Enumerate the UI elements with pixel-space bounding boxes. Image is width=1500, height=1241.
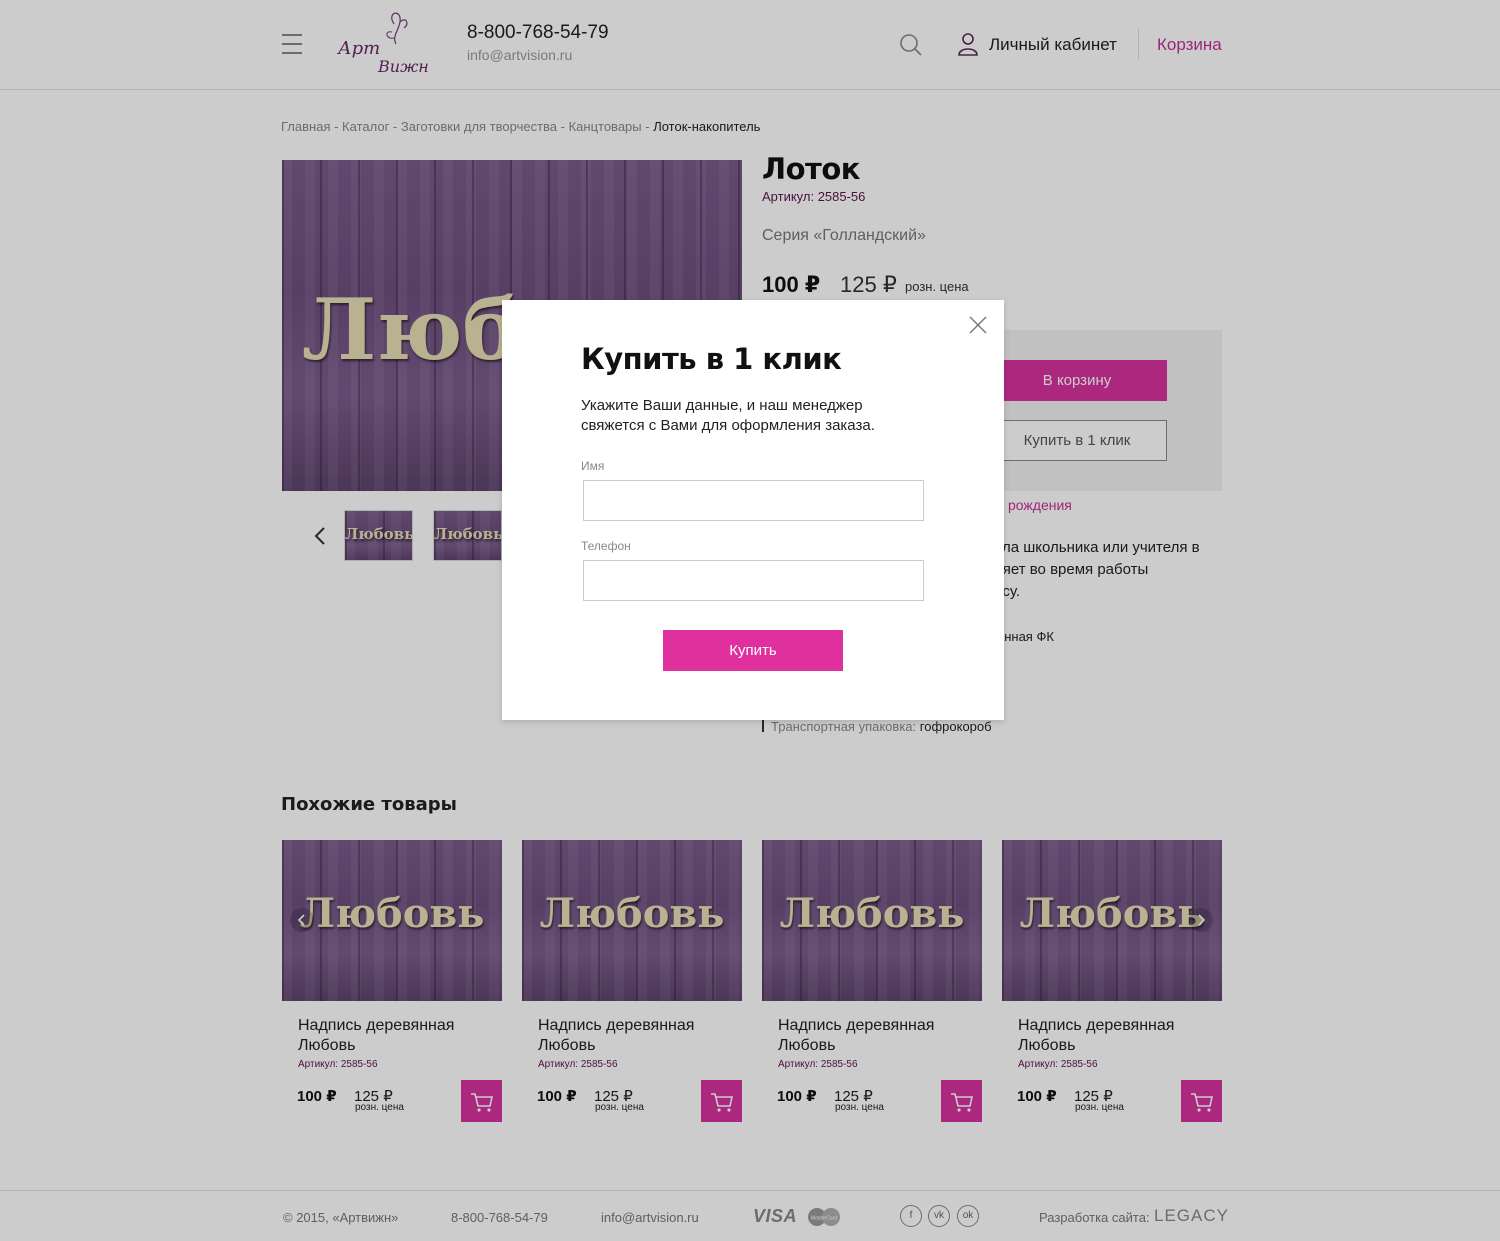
phone-label: Телефон	[581, 539, 631, 553]
phone-field[interactable]	[583, 560, 924, 601]
modal-description: Укажите Ваши данные, и наш менеджер свяж…	[581, 397, 875, 434]
buy-button[interactable]: Купить	[663, 630, 843, 671]
buy-one-click-modal: Купить в 1 клик Укажите Ваши данные, и н…	[502, 300, 1004, 720]
modal-title: Купить в 1 клик	[581, 342, 842, 376]
page: Арт Вижн 8-800-768-54-79 info@artvision.…	[0, 0, 1500, 1241]
close-icon[interactable]	[968, 315, 988, 335]
name-field[interactable]	[583, 480, 924, 521]
name-label: Имя	[581, 459, 605, 473]
